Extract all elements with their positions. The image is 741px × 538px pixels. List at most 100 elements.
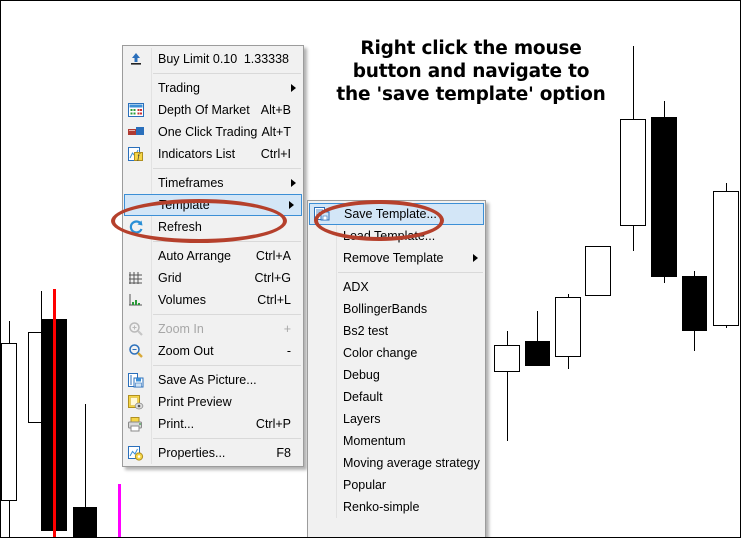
menu-item-zoom-in[interactable]: Zoom In +	[123, 318, 303, 340]
menu-item-accelerator: Ctrl+G	[254, 271, 291, 285]
highlight-ellipse-template	[111, 199, 287, 243]
candle-body	[585, 246, 611, 296]
menu-item-label: Volumes	[158, 293, 206, 307]
menu-item-properties[interactable]: Properties... F8	[123, 442, 303, 464]
menu-item-accelerator: Alt+B	[260, 103, 291, 117]
submenu-item-layers[interactable]: Layers	[308, 408, 485, 430]
submenu-item-label: Moving average strategy	[343, 456, 480, 470]
grid-icon	[127, 270, 145, 286]
template-submenu[interactable]: Save Template... Load Template... Remove…	[307, 200, 486, 537]
menu-item-label: One Click Trading	[158, 125, 258, 139]
callout-line-3: the 'save template' option	[336, 84, 606, 105]
menu-item-grid[interactable]: Grid Ctrl+G	[123, 267, 303, 289]
menu-item-trading[interactable]: Trading	[123, 77, 303, 99]
one-click-trading-icon	[127, 124, 145, 140]
candle-body	[620, 119, 646, 226]
submenu-item-default[interactable]: Default	[308, 386, 485, 408]
menu-item-label: Trading	[158, 81, 200, 95]
candle-down	[73, 1, 97, 537]
submenu-item-label: Color change	[343, 346, 418, 360]
menu-item-accelerator: Alt+T	[261, 125, 291, 139]
submenu-item-label: BollingerBands	[343, 302, 428, 316]
save-as-picture-icon	[127, 372, 145, 388]
menu-item-label: Depth Of Market	[158, 103, 250, 117]
candle-up	[713, 1, 739, 537]
screenshot-root: Right click the mouse button and navigat…	[0, 0, 741, 538]
candle-body	[73, 507, 97, 537]
menu-item-accelerator: -	[286, 344, 291, 358]
menu-item-accelerator: F8	[276, 446, 291, 460]
candle-up	[1, 1, 17, 537]
submenu-item-bollingerbands[interactable]: BollingerBands	[308, 298, 485, 320]
submenu-item-bs2-test[interactable]: Bs2 test	[308, 320, 485, 342]
print-preview-icon	[127, 394, 145, 410]
menu-item-accelerator: Ctrl+A	[255, 249, 291, 263]
candle-body	[494, 345, 520, 372]
submenu-item-label: Layers	[343, 412, 381, 426]
menu-separator	[153, 365, 301, 366]
menu-item-auto-arrange[interactable]: Auto Arrange Ctrl+A	[123, 245, 303, 267]
submenu-item-renko-simple[interactable]: Renko-simple	[308, 496, 485, 518]
submenu-item-popular[interactable]: Popular	[308, 474, 485, 496]
submenu-item-label: Popular	[343, 478, 387, 492]
candle-body	[682, 276, 707, 331]
menu-item-accelerator: Ctrl+L	[257, 293, 291, 307]
menu-separator	[153, 73, 301, 74]
candle-body	[1, 343, 17, 501]
menu-separator	[338, 272, 483, 273]
submenu-item-label: Bs2 test	[343, 324, 389, 338]
submenu-arrow-icon	[289, 201, 294, 209]
print-icon	[127, 416, 145, 432]
menu-item-zoom-out[interactable]: Zoom Out -	[123, 340, 303, 362]
menu-item-timeframes[interactable]: Timeframes	[123, 172, 303, 194]
candle-body	[713, 191, 739, 326]
submenu-arrow-icon	[291, 179, 296, 187]
menu-item-label: Print...	[158, 417, 195, 431]
menu-item-save-as-picture[interactable]: Save As Picture...	[123, 369, 303, 391]
submenu-item-moving-average-strategy[interactable]: Moving average strategy	[308, 452, 485, 474]
menu-separator	[153, 168, 301, 169]
volumes-icon	[127, 292, 145, 308]
arrow-up-icon	[127, 51, 145, 67]
candle-down	[651, 1, 677, 537]
candle-body	[651, 117, 677, 277]
menu-item-volumes[interactable]: Volumes Ctrl+L	[123, 289, 303, 311]
submenu-item-remove-template[interactable]: Remove Template	[308, 247, 485, 269]
menu-item-label: Zoom In	[158, 322, 204, 336]
submenu-item-label: Momentum	[343, 434, 406, 448]
zoom-in-icon	[127, 321, 145, 337]
callout-line-1: Right click the mouse	[360, 38, 582, 59]
menu-item-label: Auto Arrange	[158, 249, 231, 263]
candle-up	[620, 1, 646, 537]
candle-down	[682, 1, 707, 537]
submenu-item-label: Debug	[343, 368, 380, 382]
menu-separator	[153, 314, 301, 315]
indicators-list-icon: f	[127, 146, 145, 162]
depth-of-market-icon	[127, 102, 145, 118]
submenu-item-label: Renko-simple	[343, 500, 420, 514]
submenu-item-label: Default	[343, 390, 383, 404]
menu-item-depth-of-market[interactable]: Depth Of Market Alt+B	[123, 99, 303, 121]
submenu-arrow-icon	[473, 254, 478, 262]
menu-item-label: Indicators List	[158, 147, 236, 161]
menu-item-label: Properties...	[158, 446, 226, 460]
submenu-item-momentum[interactable]: Momentum	[308, 430, 485, 452]
highlight-ellipse-save-template	[314, 200, 444, 241]
menu-item-print-preview[interactable]: Print Preview	[123, 391, 303, 413]
magenta-vertical-line	[118, 484, 121, 537]
submenu-item-label: Remove Template	[343, 251, 444, 265]
submenu-item-debug[interactable]: Debug	[308, 364, 485, 386]
menu-item-indicators-list[interactable]: f Indicators List Ctrl+I	[123, 143, 303, 165]
submenu-item-color-change[interactable]: Color change	[308, 342, 485, 364]
chart-context-menu[interactable]: Buy Limit 0.10 1.33338 Trading Depth Of …	[122, 45, 304, 467]
submenu-item-label: ADX	[343, 280, 369, 294]
menu-item-buy-limit[interactable]: Buy Limit 0.10 1.33338	[123, 48, 303, 70]
menu-item-price: 1.33338	[243, 52, 289, 66]
menu-item-label: Zoom Out	[158, 344, 214, 358]
menu-item-label: Grid	[158, 271, 182, 285]
menu-item-print[interactable]: Print... Ctrl+P	[123, 413, 303, 435]
submenu-item-adx[interactable]: ADX	[308, 276, 485, 298]
menu-item-label: Buy Limit 0.10	[158, 52, 238, 66]
callout-line-2: button and navigate to	[352, 61, 590, 82]
menu-item-one-click-trading[interactable]: One Click Trading Alt+T	[123, 121, 303, 143]
